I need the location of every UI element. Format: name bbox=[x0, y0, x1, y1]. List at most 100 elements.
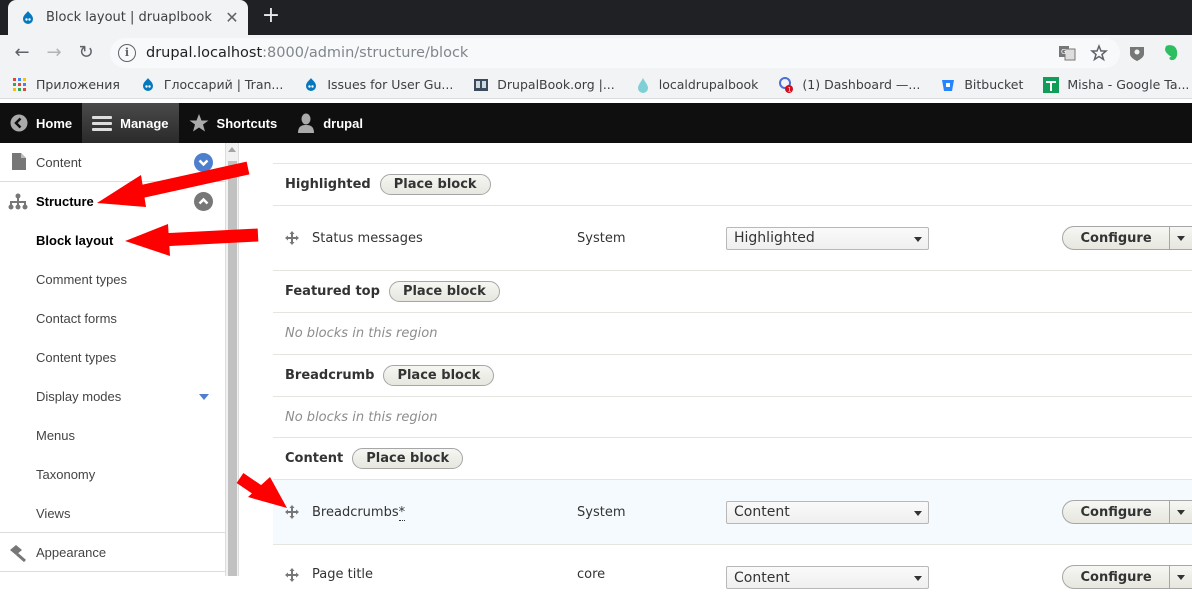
toolbar-home-label: Home bbox=[36, 115, 73, 131]
sidebar-item-contact-forms[interactable]: Contact forms bbox=[0, 299, 225, 338]
url-path: :8000/admin/structure/block bbox=[262, 45, 469, 61]
menu-icon bbox=[92, 116, 113, 131]
block-layout-table: Highlighted Place block Status messages … bbox=[240, 143, 1192, 589]
bookmark-item[interactable]: localdrupalbook bbox=[635, 77, 758, 93]
sidebar-item-comment-types[interactable]: Comment types bbox=[0, 260, 225, 299]
sidebar-item-display-modes[interactable]: Display modes bbox=[0, 377, 225, 416]
document-icon bbox=[12, 153, 26, 170]
toolbar-home[interactable]: Home bbox=[0, 103, 82, 143]
browser-tab[interactable]: Block layout | druaplbook ✕ bbox=[8, 0, 248, 35]
dropbutton-toggle-icon[interactable] bbox=[1169, 227, 1192, 249]
sidebar-item-content[interactable]: Content bbox=[0, 143, 225, 182]
region-row-content: Content Place block bbox=[273, 437, 1192, 479]
admin-toolbar: Home Manage Shortcuts drupal bbox=[0, 103, 1192, 143]
url-text[interactable]: drupal.localhost:8000/admin/structure/bl… bbox=[146, 45, 468, 61]
toolbar-shortcuts[interactable]: Shortcuts bbox=[179, 103, 288, 143]
bookmark-item[interactable]: DrupalBook.org |... bbox=[473, 77, 615, 93]
region-title: Featured top bbox=[285, 284, 380, 299]
tab-close-icon[interactable]: ✕ bbox=[222, 8, 242, 27]
block-name: Page title bbox=[312, 567, 374, 582]
configure-dropbutton[interactable]: Configure bbox=[1062, 226, 1192, 250]
bookmark-item[interactable]: Misha - Google Ta... bbox=[1043, 76, 1190, 93]
reload-icon[interactable]: ↻ bbox=[72, 39, 100, 67]
place-block-button[interactable]: Place block bbox=[388, 281, 500, 302]
sidebar-item-label: Menus bbox=[36, 428, 76, 443]
place-block-button[interactable]: Place block bbox=[383, 365, 495, 386]
dropbutton-toggle-icon[interactable] bbox=[1169, 501, 1192, 523]
block-name: Status messages bbox=[312, 230, 423, 246]
sidebar-item-content-types[interactable]: Content types bbox=[0, 338, 225, 377]
bookmark-label: Misha - Google Ta... bbox=[1067, 77, 1190, 92]
drag-handle-icon[interactable] bbox=[285, 568, 299, 582]
url-host: drupal.localhost bbox=[146, 45, 263, 61]
sidebar-item-label: Block layout bbox=[36, 233, 114, 248]
block-category: System bbox=[577, 230, 626, 246]
bookmarks-bar: Приложения Глоссарий | Tran... Issues fo… bbox=[0, 71, 1192, 99]
new-tab-button[interactable]: + bbox=[258, 4, 284, 30]
sidebar-item-block-layout[interactable]: Block layout bbox=[0, 221, 225, 260]
sidebar-item-label: Structure bbox=[36, 194, 94, 209]
place-block-button[interactable]: Place block bbox=[352, 448, 464, 469]
sidebar-item-label: Taxonomy bbox=[36, 467, 96, 482]
bookmark-item[interactable]: 1 (1) Dashboard —... bbox=[778, 76, 920, 93]
configure-button[interactable]: Configure bbox=[1063, 570, 1169, 585]
sidebar-item-structure[interactable]: Structure bbox=[0, 182, 225, 221]
drag-handle-icon[interactable] bbox=[285, 505, 299, 519]
bookmark-item[interactable]: Issues for User Gu... bbox=[303, 77, 453, 93]
toolbar-manage[interactable]: Manage bbox=[82, 103, 179, 143]
toolbar-user-label: drupal bbox=[323, 115, 363, 131]
paint-roller-icon bbox=[10, 545, 26, 562]
password-manager-icon[interactable] bbox=[1128, 44, 1146, 62]
region-row-featured-top: Featured top Place block bbox=[273, 270, 1192, 312]
forward-icon[interactable]: → bbox=[40, 39, 68, 67]
configure-button[interactable]: Configure bbox=[1063, 505, 1169, 520]
user-icon bbox=[298, 113, 315, 133]
sidebar-item-menus[interactable]: Menus bbox=[0, 416, 225, 455]
browser-tab-bar: Block layout | druaplbook ✕ + bbox=[0, 0, 1192, 35]
region-select[interactable]: Content bbox=[726, 500, 929, 524]
bookmark-star-icon[interactable] bbox=[1090, 44, 1108, 62]
svg-text:G: G bbox=[1061, 48, 1066, 56]
expand-icon[interactable] bbox=[194, 153, 213, 172]
star-icon bbox=[189, 114, 209, 132]
toolbar-manage-label: Manage bbox=[120, 115, 169, 131]
evernote-icon[interactable] bbox=[1162, 43, 1180, 63]
bookmark-item[interactable]: Bitbucket bbox=[940, 77, 1023, 93]
sidebar-item-label: Contact forms bbox=[36, 311, 117, 326]
dashboard-icon: 1 bbox=[779, 76, 794, 93]
sidebar-item-appearance[interactable]: Appearance bbox=[0, 533, 225, 572]
sidebar-item-label: Content bbox=[36, 154, 82, 170]
bookmark-label: DrupalBook.org |... bbox=[497, 77, 615, 92]
configure-dropbutton[interactable]: Configure bbox=[1062, 500, 1192, 524]
configure-dropbutton[interactable]: Configure bbox=[1062, 565, 1192, 589]
region-select[interactable]: Highlighted bbox=[726, 226, 929, 250]
translate-icon[interactable]: G bbox=[1058, 44, 1076, 62]
region-title: Breadcrumb bbox=[285, 368, 375, 383]
bookmark-item[interactable]: Приложения bbox=[12, 77, 120, 93]
place-block-button[interactable]: Place block bbox=[379, 174, 491, 195]
back-icon[interactable]: ← bbox=[8, 39, 36, 67]
region-select[interactable]: Content bbox=[726, 566, 929, 589]
sidebar-item-taxonomy[interactable]: Taxonomy bbox=[0, 455, 225, 494]
scrollbar-thumb[interactable] bbox=[228, 161, 237, 576]
sidebar-item-views[interactable]: Views bbox=[0, 494, 225, 533]
site-info-icon[interactable]: i bbox=[118, 44, 136, 62]
bookmark-item[interactable]: Глоссарий | Tran... bbox=[140, 77, 283, 93]
dropbutton-toggle-icon[interactable] bbox=[1169, 566, 1192, 588]
google-tasks-icon bbox=[1043, 76, 1060, 93]
sidebar-item-label: Display modes bbox=[36, 389, 122, 404]
region-title: Content bbox=[285, 451, 344, 466]
drupalbook-icon bbox=[474, 78, 489, 91]
collapse-icon[interactable] bbox=[194, 192, 213, 211]
toolbar-user[interactable]: drupal bbox=[287, 103, 373, 143]
drupal-icon bbox=[23, 10, 33, 24]
dropdown-triangle-icon[interactable] bbox=[199, 394, 209, 400]
scroll-up-icon[interactable] bbox=[228, 147, 236, 152]
select-arrow-icon bbox=[914, 236, 922, 242]
sidebar-scrollbar[interactable] bbox=[226, 143, 239, 576]
region-row-breadcrumb: Breadcrumb Place block bbox=[273, 354, 1192, 396]
drupal-icon bbox=[142, 77, 153, 91]
drag-handle-icon[interactable] bbox=[285, 231, 299, 245]
configure-button[interactable]: Configure bbox=[1063, 231, 1169, 246]
block-row: Breadcrumbs* System Content Configure bbox=[273, 479, 1192, 544]
